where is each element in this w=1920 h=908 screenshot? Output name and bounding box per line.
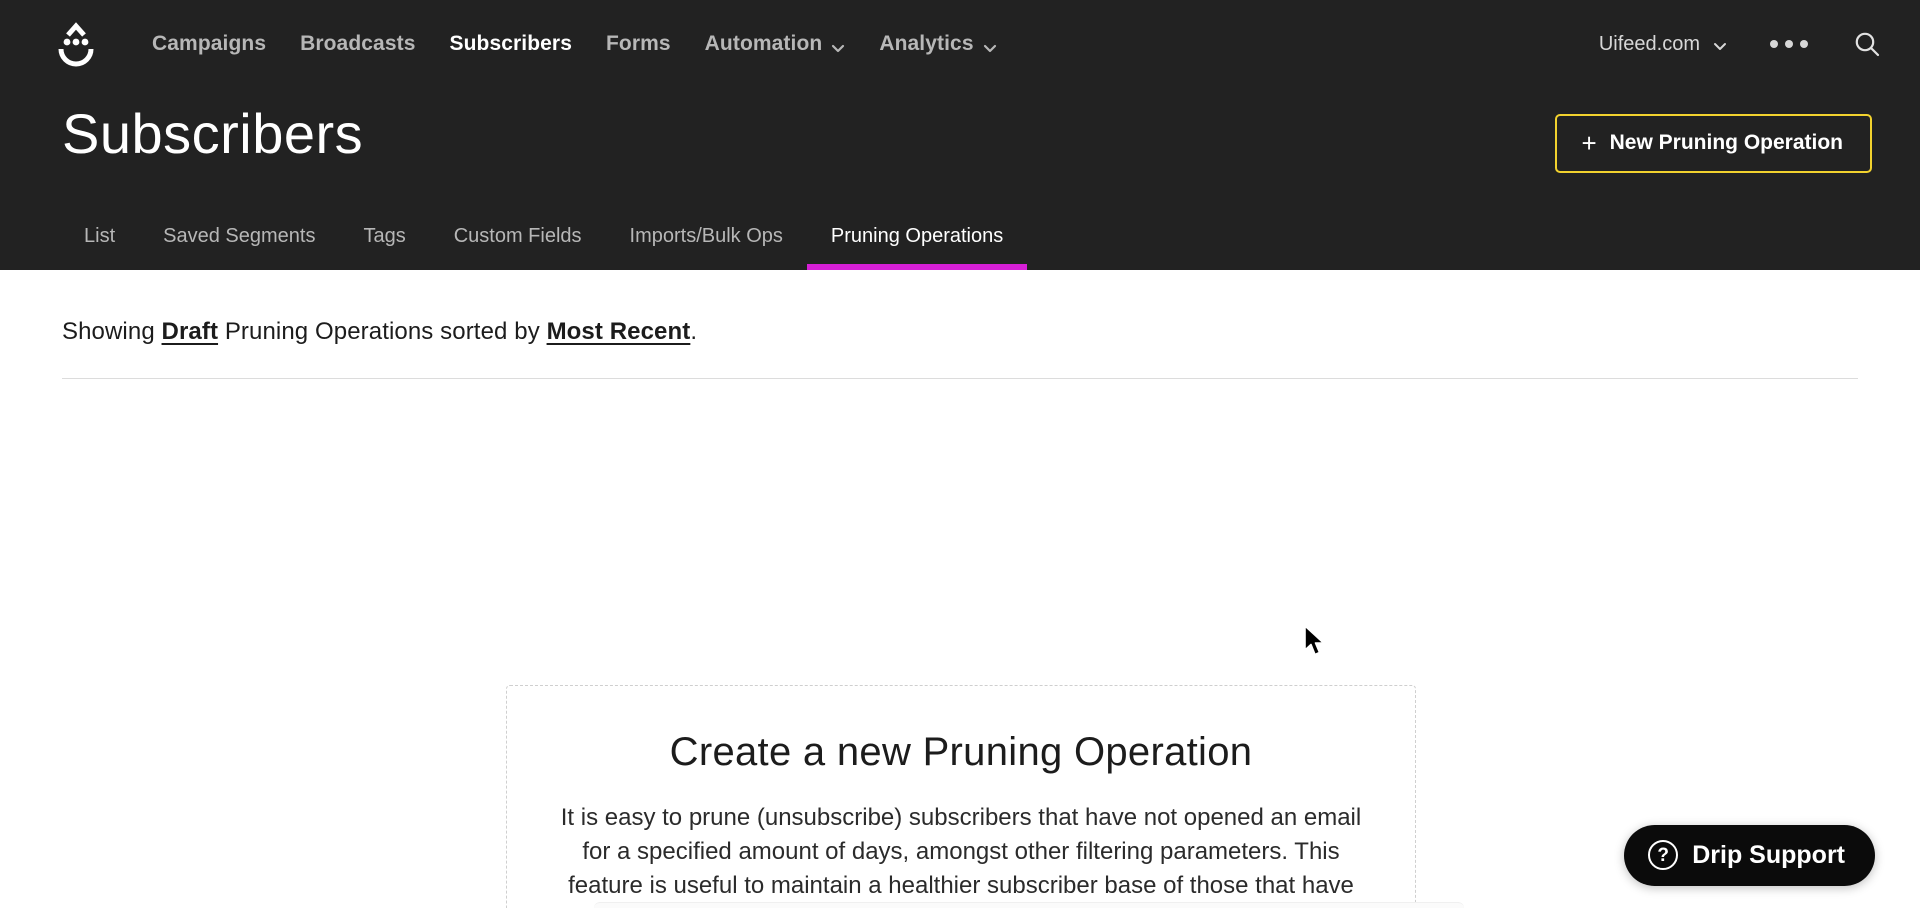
nav-item-label: Broadcasts: [300, 32, 416, 55]
partial-panel-sliver: [594, 902, 1464, 908]
nav-item-label: Subscribers: [449, 32, 572, 55]
header-new-pruning-operation-button[interactable]: + New Pruning Operation: [1555, 114, 1872, 173]
tab-label: Custom Fields: [453, 225, 582, 247]
chevron-down-icon: [983, 37, 997, 53]
filter-status-link[interactable]: Draft: [162, 318, 219, 345]
tab-label: List: [84, 225, 116, 247]
content-divider: [62, 378, 1858, 379]
empty-state-description: It is easy to prune (unsubscribe) subscr…: [560, 804, 1362, 908]
page-title-row: Subscribers + New Pruning Operation: [0, 88, 1920, 184]
empty-state-card: Create a new Pruning Operation It is eas…: [506, 685, 1416, 908]
header-button-label: New Pruning Operation: [1609, 131, 1843, 154]
drip-smiley-logo[interactable]: [50, 18, 102, 70]
filter-prefix: Showing: [62, 318, 162, 345]
main-content: Showing Draft Pruning Operations sorted …: [0, 270, 1920, 908]
ellipsis-icon[interactable]: [1768, 34, 1810, 54]
nav-item-campaigns[interactable]: Campaigns: [152, 32, 266, 56]
nav-right-cluster: Uifeed.com: [1599, 29, 1882, 59]
drip-smiley-logo-icon: [58, 22, 94, 67]
search-icon[interactable]: [1852, 29, 1882, 59]
page-title: Subscribers: [62, 102, 364, 165]
filter-middle: Pruning Operations sorted by: [218, 318, 547, 345]
top-navigation-bar: Campaigns Broadcasts Subscribers Forms A…: [0, 0, 1920, 88]
nav-item-label: Campaigns: [152, 32, 267, 55]
nav-item-label: Analytics: [879, 32, 974, 55]
mouse-cursor: [1303, 625, 1329, 664]
tab-label: Imports/Bulk Ops: [629, 225, 783, 247]
tab-label: Saved Segments: [163, 225, 316, 247]
primary-nav-links: Campaigns Broadcasts Subscribers Forms A…: [152, 32, 997, 56]
empty-state-title: Create a new Pruning Operation: [669, 730, 1253, 774]
tab-saved-segments[interactable]: Saved Segments: [139, 225, 339, 270]
nav-item-broadcasts[interactable]: Broadcasts: [300, 32, 415, 56]
tab-tags[interactable]: Tags: [339, 225, 429, 270]
nav-item-automation[interactable]: Automation: [705, 32, 846, 56]
tab-label: Tags: [363, 225, 406, 247]
app-header: Campaigns Broadcasts Subscribers Forms A…: [0, 0, 1920, 270]
filter-summary-line: Showing Draft Pruning Operations sorted …: [0, 270, 1920, 346]
nav-item-forms[interactable]: Forms: [606, 32, 671, 56]
nav-item-analytics[interactable]: Analytics: [879, 32, 996, 56]
drip-support-widget[interactable]: ? Drip Support: [1624, 825, 1875, 886]
nav-item-subscribers[interactable]: Subscribers: [449, 32, 572, 56]
chevron-down-icon: [1712, 37, 1726, 51]
tab-custom-fields[interactable]: Custom Fields: [430, 225, 606, 270]
tab-label: Pruning Operations: [830, 225, 1004, 247]
filter-suffix: .: [690, 318, 698, 345]
support-label: Drip Support: [1692, 840, 1845, 869]
account-name: Uifeed.com: [1598, 32, 1700, 55]
tab-list[interactable]: List: [62, 225, 139, 270]
account-switcher[interactable]: Uifeed.com: [1599, 33, 1726, 56]
nav-item-label: Automation: [704, 32, 823, 55]
nav-item-label: Forms: [605, 32, 671, 55]
subscribers-tab-bar: List Saved Segments Tags Custom Fields I…: [0, 196, 1920, 270]
tab-pruning-operations[interactable]: Pruning Operations: [806, 225, 1028, 270]
plus-icon: +: [1581, 127, 1597, 158]
chevron-down-icon: [831, 37, 845, 53]
tab-imports-bulk-ops[interactable]: Imports/Bulk Ops: [606, 225, 807, 270]
filter-sort-link[interactable]: Most Recent: [547, 318, 691, 345]
question-circle-icon: ?: [1648, 840, 1679, 870]
